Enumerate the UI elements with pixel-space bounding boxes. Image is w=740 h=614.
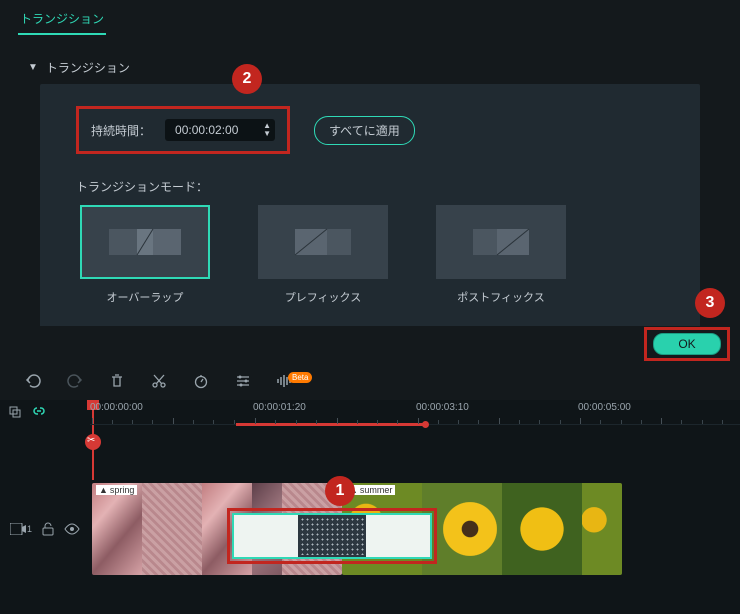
tab-bar: トランジション [0,0,740,35]
callout-3: 3 [695,288,725,318]
track-lock-icon[interactable] [42,522,54,536]
duration-group: 持続時間： 00:00:02:00 ▲ ▼ [76,106,290,154]
adjust-button[interactable] [234,372,252,390]
beta-badge: Beta [288,372,312,383]
mode-prefix-label: プレフィックス [285,289,361,305]
callout-1: 1 [325,476,355,506]
mode-postfix-label: ポストフィックス [457,289,544,305]
redo-button[interactable] [66,372,84,390]
ruler-label-1: 00:00:01:20 [253,402,306,413]
mode-prefix-thumb [258,205,388,279]
mode-options: オーバーラップ プレフィックス ポストフィックス [80,205,664,305]
mode-overlap-thumb [80,205,210,279]
transition-overlay[interactable] [227,508,437,564]
timeline-toolbar: Beta [0,362,740,400]
ruler-label-2: 00:00:03:10 [416,402,469,413]
apply-all-button[interactable]: すべてに適用 [314,116,415,145]
track-content[interactable]: ▲spring ▲summer [90,482,740,576]
transition-panel: 持続時間： 00:00:02:00 ▲ ▼ すべてに適用 トランジションモード： [40,84,700,362]
duration-stepper[interactable]: ▲ ▼ [263,119,271,141]
track-gutter: 1 [0,522,90,536]
ok-button[interactable]: OK [653,333,721,355]
timeline-left-controls [0,400,90,460]
ruler-label-0: 00:00:00:00 [90,402,143,413]
mode-overlap-label: オーバーラップ [107,289,184,305]
speed-button[interactable] [192,372,210,390]
callout-2: 2 [232,64,262,94]
ok-bar: OK [0,326,740,362]
mode-label: トランジションモード： [76,178,664,195]
timeline-area: ✂ 00:00:00:00 00:00:01:20 00:00:03:10 00… [0,400,740,614]
video-track-row: 1 ▲spring [0,482,740,576]
link-icon[interactable] [32,404,46,418]
chevron-down-icon[interactable]: ▼ [263,130,271,138]
range-handle[interactable] [422,421,429,428]
collapse-triangle-icon: ▼ [28,62,38,73]
snap-icon[interactable] [8,404,22,418]
tab-transition[interactable]: トランジション [18,6,106,35]
duration-label: 持続時間： [91,122,151,139]
duration-input[interactable]: 00:00:02:00 [165,119,275,141]
ok-highlight: OK [644,327,730,361]
mode-postfix[interactable]: ポストフィックス [436,205,566,305]
mode-postfix-thumb [436,205,566,279]
track-visibility-icon[interactable] [64,523,80,535]
section-title: トランジション [46,59,130,76]
mode-overlap[interactable]: オーバーラップ [80,205,210,305]
track-video-icon[interactable]: 1 [10,523,32,535]
section-header[interactable]: ▼ トランジション [28,59,712,76]
mode-prefix[interactable]: プレフィックス [258,205,388,305]
clip-spring-label: ▲spring [96,485,137,495]
undo-button[interactable] [24,372,42,390]
ruler-label-3: 00:00:05:00 [578,402,631,413]
delete-button[interactable] [108,372,126,390]
split-button[interactable] [150,372,168,390]
time-ruler[interactable]: ✂ 00:00:00:00 00:00:01:20 00:00:03:10 00… [90,400,740,460]
